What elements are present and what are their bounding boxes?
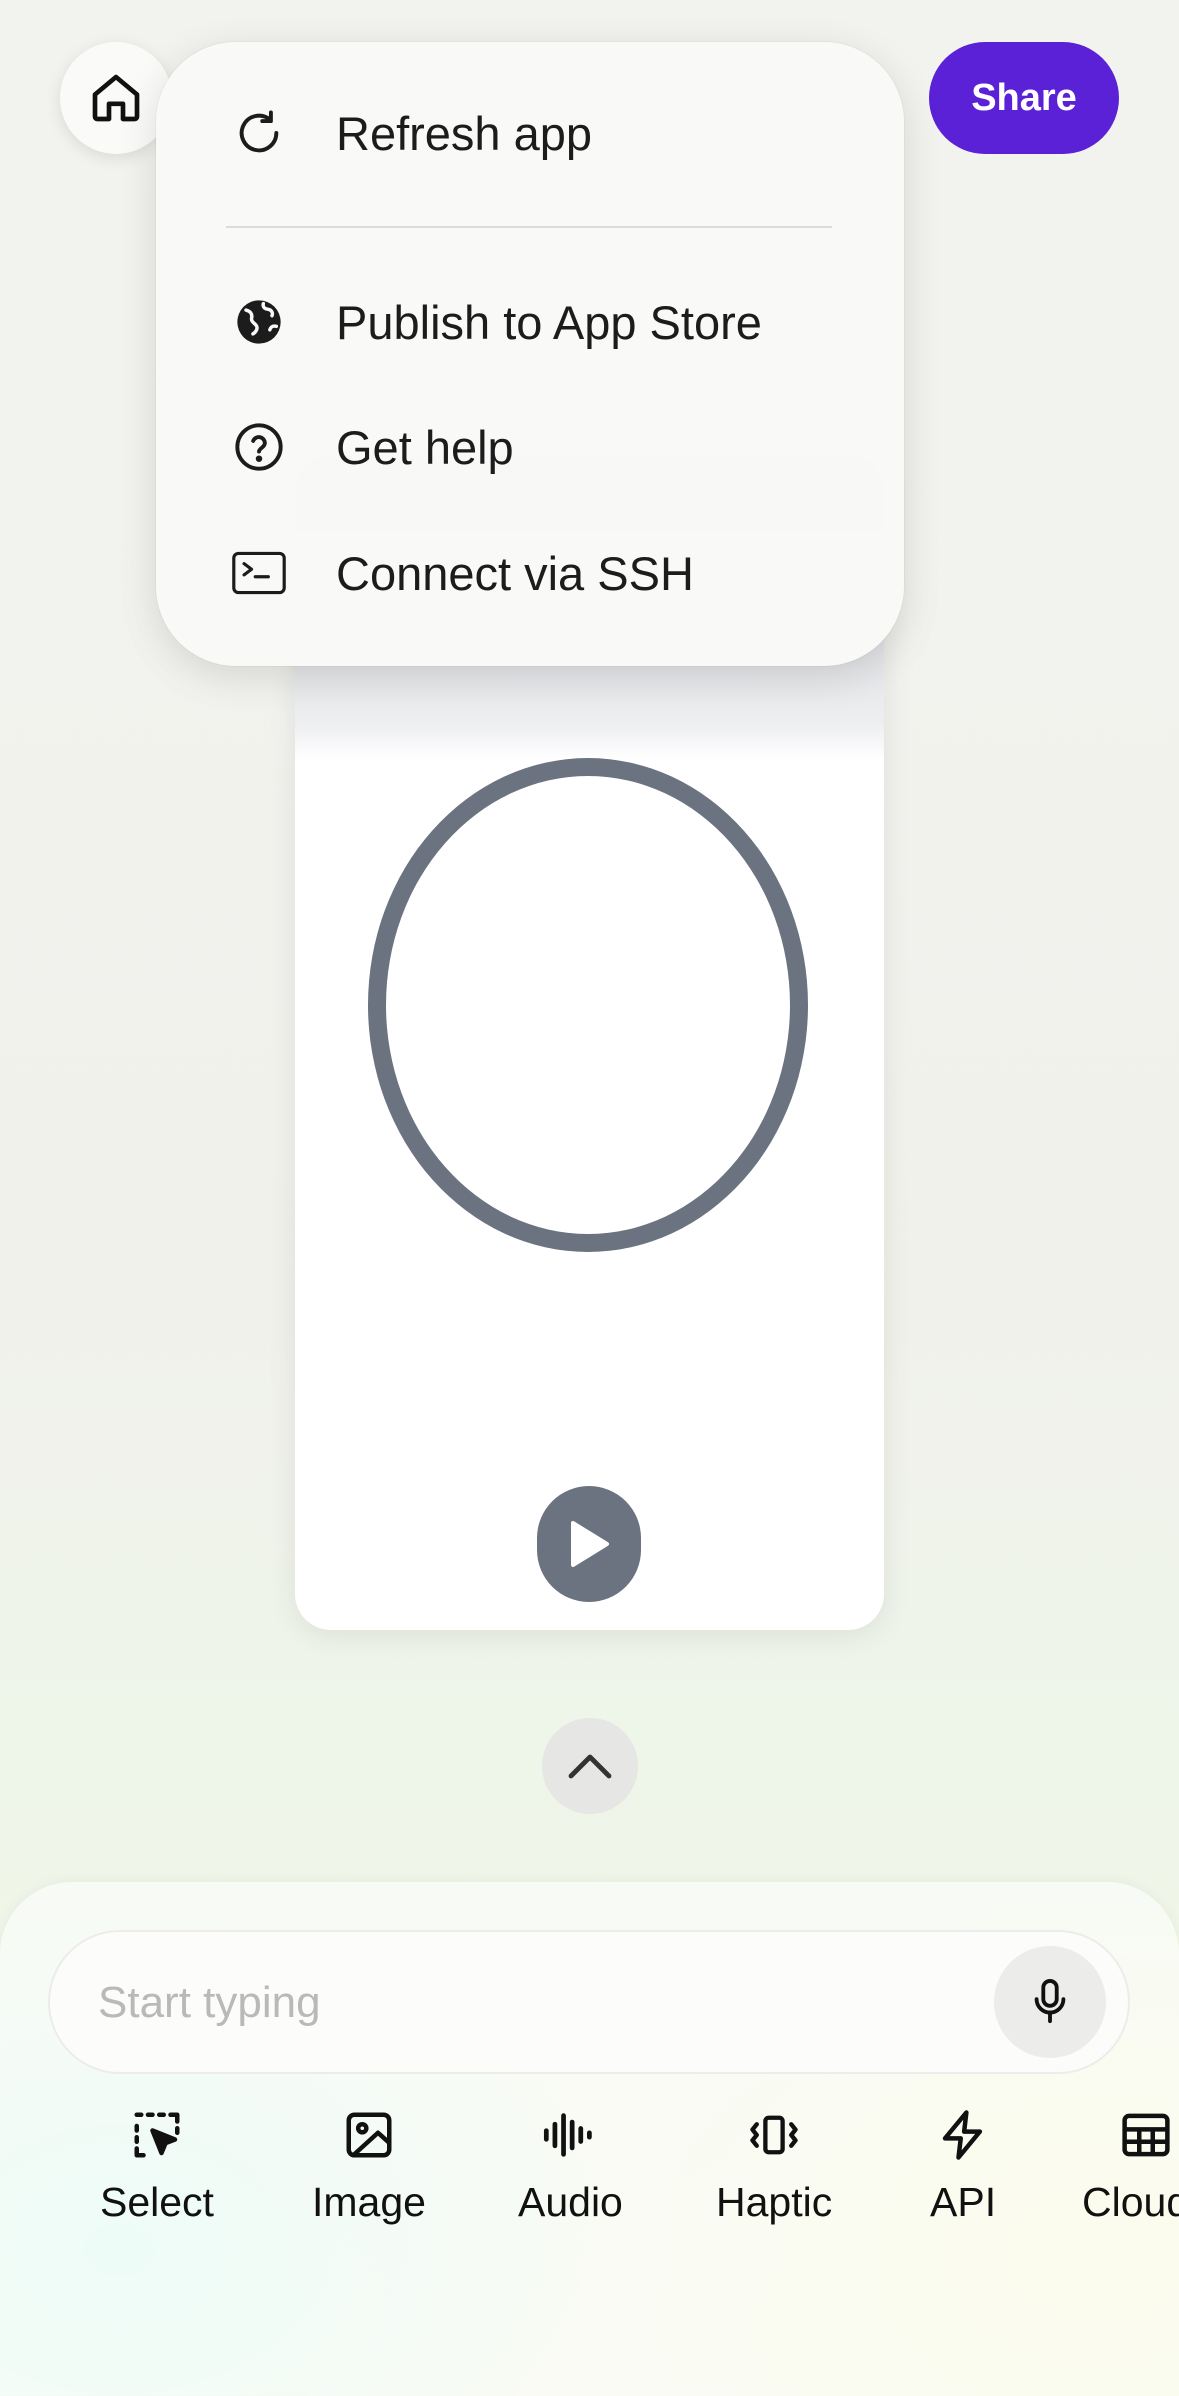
image-icon bbox=[339, 2105, 399, 2165]
haptic-vibrate-icon bbox=[744, 2105, 804, 2165]
tool-label: Cloud bbox=[1082, 2179, 1179, 2225]
share-button[interactable]: Share bbox=[929, 42, 1119, 154]
menu-item-label: Get help bbox=[336, 420, 514, 474]
play-button[interactable] bbox=[537, 1486, 641, 1602]
preview-ring-graphic bbox=[368, 758, 808, 1252]
tool-cloud[interactable]: Cloud bbox=[1082, 2105, 1179, 2235]
terminal-icon bbox=[231, 545, 287, 601]
menu-item-refresh-app[interactable]: Refresh app bbox=[156, 78, 904, 188]
table-grid-icon bbox=[1116, 2105, 1176, 2165]
tool-label: Audio bbox=[518, 2179, 623, 2225]
chevron-up-icon bbox=[565, 1751, 615, 1781]
prompt-input-container bbox=[48, 1930, 1130, 2074]
refresh-icon bbox=[231, 105, 287, 161]
tool-label: Select bbox=[100, 2179, 214, 2225]
home-icon bbox=[88, 70, 144, 126]
tool-haptic[interactable]: Haptic bbox=[716, 2105, 832, 2235]
globe-icon bbox=[231, 294, 287, 350]
expand-button[interactable] bbox=[542, 1718, 638, 1814]
menu-divider bbox=[226, 226, 832, 228]
help-circle-icon bbox=[231, 419, 287, 475]
select-cursor-icon bbox=[127, 2105, 187, 2165]
tool-label: Image bbox=[312, 2179, 426, 2225]
menu-item-label: Connect via SSH bbox=[336, 546, 694, 600]
tool-image[interactable]: Image bbox=[312, 2105, 426, 2235]
menu-item-connect-via-ssh[interactable]: Connect via SSH bbox=[156, 518, 904, 628]
tool-label: API bbox=[930, 2179, 997, 2225]
prompt-input[interactable] bbox=[96, 1932, 980, 2074]
menu-item-label: Refresh app bbox=[336, 106, 593, 160]
audio-waveform-icon bbox=[540, 2105, 600, 2165]
tool-api[interactable]: API bbox=[930, 2105, 996, 2235]
play-icon bbox=[567, 1519, 611, 1569]
lightning-icon bbox=[933, 2105, 993, 2165]
menu-item-label: Publish to App Store bbox=[336, 295, 762, 349]
menu-item-publish-to-app-store[interactable]: Publish to App Store bbox=[156, 267, 904, 377]
options-menu: Refresh app Publish to App Store Get hel… bbox=[156, 42, 904, 666]
tool-audio[interactable]: Audio bbox=[518, 2105, 623, 2235]
microphone-button[interactable] bbox=[994, 1946, 1106, 2058]
menu-item-get-help[interactable]: Get help bbox=[156, 392, 904, 502]
tool-select[interactable]: Select bbox=[100, 2105, 214, 2235]
tool-label: Haptic bbox=[716, 2179, 833, 2225]
microphone-icon bbox=[1027, 1977, 1073, 2027]
